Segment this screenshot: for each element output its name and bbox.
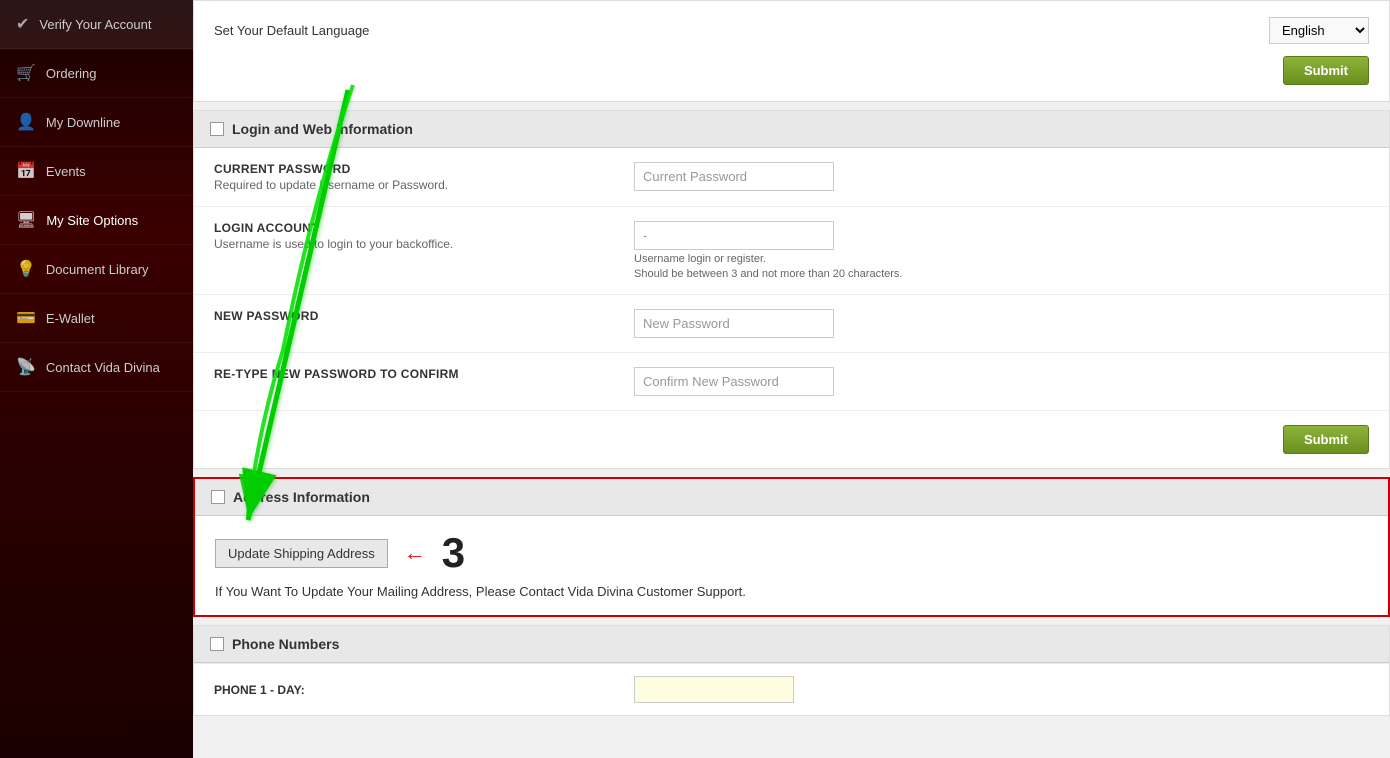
verify-icon: ✔ [16,14,29,34]
language-dropdown[interactable]: English Spanish [1269,17,1369,44]
language-label: Set Your Default Language [214,23,369,38]
sidebar-item-label: E-Wallet [46,311,95,326]
current-password-control [634,162,1369,191]
number-3-annotation: 3 [442,532,465,574]
login-submit-button[interactable]: Submit [1283,425,1369,454]
login-account-title: LOGIN ACCOUNT [214,221,634,235]
contact-icon: 📡 [16,357,36,377]
phone1-day-label: PHONE 1 - DAY: [214,683,634,697]
sidebar-item-verify-account[interactable]: ✔ Verify Your Account [0,0,193,49]
sidebar-item-my-site-options[interactable]: 🖥 My Site Options [0,196,193,245]
sidebar-item-label: Verify Your Account [39,17,151,32]
current-password-input[interactable] [634,162,834,191]
phone1-day-input[interactable] [634,676,794,703]
login-account-hint1: Username login or register. [634,253,1369,265]
phone1-day-row: PHONE 1 - DAY: [194,663,1389,715]
phone-panel-title: Phone Numbers [232,636,339,652]
address-info-panel: Address Information Update Shipping Addr… [193,477,1390,617]
language-section: Set Your Default Language English Spanis… [193,0,1390,102]
phone-panel-header: Phone Numbers [194,626,1389,663]
current-password-row: CURRENT PASSWORD Required to update User… [194,148,1389,207]
login-account-row: LOGIN ACCOUNT Username is used to login … [194,207,1389,295]
downline-icon: 👤 [16,112,36,132]
address-panel-body: Update Shipping Address ← 3 If You Want … [195,516,1388,615]
new-password-title: NEW PASSWORD [214,309,634,323]
login-account-hint2: Should be between 3 and not more than 20… [634,268,1369,280]
sidebar-item-label: Ordering [46,66,97,81]
language-select-wrap: English Spanish [1269,17,1369,44]
address-note-text: If You Want To Update Your Mailing Addre… [215,584,1368,599]
new-password-label-wrap: NEW PASSWORD [214,309,634,323]
new-password-control [634,309,1369,338]
phone-numbers-panel: Phone Numbers PHONE 1 - DAY: [193,625,1390,716]
main-scroll-area: Set Your Default Language English Spanis… [193,0,1390,724]
sidebar: ✔ Verify Your Account 🛒 Ordering 👤 My Do… [0,0,193,758]
address-update-row: Update Shipping Address ← 3 [215,532,1368,574]
login-panel-title: Login and Web Information [232,121,413,137]
address-panel-header: Address Information [195,479,1388,516]
retype-password-input[interactable] [634,367,834,396]
sidebar-item-events[interactable]: 📅 Events [0,147,193,196]
retype-password-label-wrap: RE-TYPE NEW PASSWORD TO CONFIRM [214,367,634,381]
update-shipping-button[interactable]: Update Shipping Address [215,539,388,568]
site-options-icon: 🖥 [16,210,36,230]
new-password-row: NEW PASSWORD [194,295,1389,353]
sidebar-item-my-downline[interactable]: 👤 My Downline [0,98,193,147]
sidebar-item-ordering[interactable]: 🛒 Ordering [0,49,193,98]
language-submit-button[interactable]: Submit [1283,56,1369,85]
sidebar-item-label: My Downline [46,115,120,130]
sidebar-item-label: Contact Vida Divina [46,360,160,375]
current-password-label-wrap: CURRENT PASSWORD Required to update User… [214,162,634,192]
sidebar-item-label: My Site Options [46,213,138,228]
red-arrow-icon: ← [404,540,426,566]
sidebar-item-e-wallet[interactable]: 💳 E-Wallet [0,294,193,343]
panel-checkbox-icon [210,122,224,136]
login-account-control: Username login or register. Should be be… [634,221,1369,280]
sidebar-item-label: Document Library [46,262,149,277]
phone-checkbox-icon [210,637,224,651]
sidebar-item-label: Events [46,164,86,179]
retype-password-row: RE-TYPE NEW PASSWORD TO CONFIRM [194,353,1389,411]
events-icon: 📅 [16,161,36,181]
retype-password-control [634,367,1369,396]
login-account-desc: Username is used to login to your backof… [214,237,634,251]
login-web-info-panel: Login and Web Information CURRENT PASSWO… [193,110,1390,469]
document-icon: 💡 [16,259,36,279]
sidebar-item-contact-vida-divina[interactable]: 📡 Contact Vida Divina [0,343,193,392]
login-account-input[interactable] [634,221,834,250]
sidebar-item-document-library[interactable]: 💡 Document Library [0,245,193,294]
login-panel-header: Login and Web Information [194,111,1389,148]
login-account-label-wrap: LOGIN ACCOUNT Username is used to login … [214,221,634,251]
address-panel-title: Address Information [233,489,370,505]
login-submit-row: Submit [194,411,1389,468]
current-password-title: CURRENT PASSWORD [214,162,634,176]
ewallet-icon: 💳 [16,308,36,328]
new-password-input[interactable] [634,309,834,338]
main-content: Set Your Default Language English Spanis… [193,0,1390,758]
current-password-desc: Required to update Username or Password. [214,178,634,192]
retype-password-title: RE-TYPE NEW PASSWORD TO CONFIRM [214,367,634,381]
ordering-icon: 🛒 [16,63,36,83]
address-checkbox-icon [211,490,225,504]
